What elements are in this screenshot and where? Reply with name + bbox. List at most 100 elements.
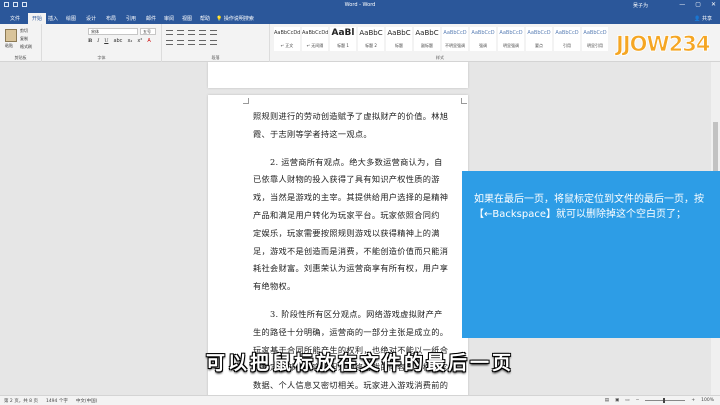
tell-me-label: 操作说明搜索 — [223, 16, 254, 22]
share-icon: 👤 — [694, 16, 701, 22]
print-layout-icon[interactable]: ▣ — [615, 398, 619, 403]
style-sample: AaBbC — [387, 29, 411, 37]
share-button[interactable]: 👤 共享 — [694, 15, 712, 22]
align-right-icon[interactable] — [188, 40, 195, 45]
text-line[interactable]: 耗社会财富。刘惠荣认为运营商享有所有权，用户享 — [253, 260, 465, 278]
style-sample: AaBbCcDd — [274, 30, 300, 36]
style-card[interactable]: AaBbCcDd ↵ 正文 — [274, 27, 300, 51]
title-bar: Word - Word 吴子为 — ▢ ✕ — [0, 0, 720, 10]
underline-button[interactable]: U — [104, 38, 108, 44]
style-card[interactable]: AaBbCcD 明显强调 — [498, 27, 524, 51]
style-card[interactable]: AaBbCcD 不明显强调 — [442, 27, 468, 51]
tip-box: 如果在最后一页，将鼠标定位到文件的最后一页，按【←Backspace】就可以删除… — [462, 171, 720, 338]
text-line[interactable]: 有绝物权。 — [253, 278, 465, 296]
group-styles: AaBbCcDd ↵ 正文 AaBbCcDd ↵ 无间隔 AaBl 标题 1 AaBbC 标题… — [270, 24, 610, 62]
text-line[interactable]: 已依靠人财物的投入获得了具有知识产权性质的游 — [253, 171, 465, 189]
text-line[interactable]: 2. 运营商所有观点。绝大多数运营商认为，自 — [253, 154, 465, 172]
text-line[interactable]: 数据、个人信息又密切相关。玩家进入游戏消费前的 — [253, 377, 465, 395]
text-line[interactable]: 产品和满足用户转化为玩家平台。玩家依照合同约 — [253, 207, 465, 225]
paste-icon[interactable] — [5, 29, 17, 42]
user-name[interactable]: 吴子为 — [633, 2, 648, 9]
style-name: 引用 — [563, 43, 571, 48]
text-line[interactable] — [253, 144, 465, 154]
style-sample: AaBbC — [415, 29, 439, 37]
zoom-slider[interactable] — [645, 398, 686, 403]
decrease-indent-icon[interactable] — [199, 30, 206, 35]
text-line[interactable]: 戏，当然是游戏的主宰。其提供给用户选择的是精神 — [253, 189, 465, 207]
subscript-button[interactable]: x₂ — [127, 38, 132, 44]
style-card[interactable]: AaBbC 标题 — [386, 27, 412, 51]
tell-me-search[interactable]: 💡 操作说明搜索 — [216, 15, 254, 22]
text-line[interactable]: 生的路径十分明确，运营商的一部分主张是成立的。 — [253, 324, 465, 342]
text-line[interactable]: 足，游戏不是创造而是消费，不能创造价值而只能消 — [253, 243, 465, 261]
tab-design[interactable]: 设计 — [82, 13, 100, 24]
font-name-select[interactable]: 宋体 — [88, 28, 138, 35]
style-card[interactable]: AaBbCcD 强调 — [470, 27, 496, 51]
text-line[interactable] — [253, 296, 465, 306]
multilevel-list-icon[interactable] — [188, 30, 195, 35]
font-color-icon[interactable]: A — [147, 38, 150, 44]
style-card[interactable]: AaBbCcD 引用 — [554, 27, 580, 51]
line-spacing-icon[interactable] — [210, 40, 217, 45]
tab-mailings[interactable]: 邮件 — [142, 13, 160, 24]
zoom-slider-thumb[interactable] — [663, 398, 666, 403]
format-painter-button[interactable]: 格式刷 — [20, 44, 32, 50]
tab-draw[interactable]: 绘图 — [62, 13, 80, 24]
window-title: Word - Word — [344, 2, 376, 8]
text-line[interactable]: 霞、于志刚等学者持这一观点。 — [253, 126, 465, 144]
tab-insert[interactable]: 插入 — [44, 13, 62, 24]
style-name: ↵ 无间隔 — [306, 43, 324, 48]
align-center-icon[interactable] — [177, 40, 184, 45]
style-sample: AaBbCcD — [443, 30, 467, 36]
italic-button[interactable]: I — [97, 38, 99, 44]
increase-indent-icon[interactable] — [210, 30, 217, 35]
zoom-in-button[interactable]: + — [691, 398, 695, 403]
font-size-select[interactable]: 五号 — [140, 28, 156, 35]
paragraph-group-label: 段落 — [211, 55, 220, 60]
numbering-icon[interactable] — [177, 30, 184, 35]
style-card[interactable]: AaBbC 标题 2 — [358, 27, 384, 51]
style-name: ↵ 正文 — [280, 43, 294, 48]
tab-layout[interactable]: 布局 — [102, 13, 120, 24]
page-1[interactable] — [208, 62, 468, 88]
crop-mark-right — [461, 98, 467, 104]
tab-review[interactable]: 审阅 — [160, 13, 178, 24]
web-layout-icon[interactable]: ▭ — [625, 398, 629, 403]
paste-label[interactable]: 粘贴 — [5, 43, 13, 49]
window-controls: — ▢ ✕ — [679, 1, 716, 8]
page-count[interactable]: 第 2 页，共 8 页 — [4, 398, 38, 404]
style-card[interactable]: AaBl 标题 1 — [330, 27, 356, 51]
style-card[interactable]: AaBbCcD 明显引用 — [582, 27, 608, 51]
strikethrough-button[interactable]: abc — [113, 38, 122, 44]
group-paragraph: 段落 — [162, 24, 270, 62]
text-line[interactable]: 3. 阶段性所有区分观点。网络游戏虚拟财产产 — [253, 306, 465, 324]
zoom-out-button[interactable]: − — [636, 398, 640, 403]
text-line[interactable]: 定娱乐，玩家需要按照规则游戏以获得精神上的满 — [253, 225, 465, 243]
tab-help[interactable]: 帮助 — [196, 13, 214, 24]
tab-references[interactable]: 引用 — [122, 13, 140, 24]
style-card[interactable]: AaBbCcDd ↵ 无间隔 — [302, 27, 328, 51]
style-sample: AaBbCcD — [471, 30, 495, 36]
maximize-button[interactable]: ▢ — [695, 1, 701, 8]
text-line[interactable]: 照规则进行的劳动创造赋予了虚拟财产的价值。林旭 — [253, 108, 465, 126]
copy-button[interactable]: 复制 — [20, 36, 28, 42]
tab-file[interactable]: 文件 — [6, 13, 24, 24]
style-card[interactable]: AaBbC 副标题 — [414, 27, 440, 51]
language-status[interactable]: 中文(中国) — [76, 398, 98, 404]
read-mode-icon[interactable]: ▤ — [605, 398, 609, 403]
style-card[interactable]: AaBbCcD 要点 — [526, 27, 552, 51]
cut-button[interactable]: 剪切 — [20, 28, 28, 34]
tab-view[interactable]: 视图 — [178, 13, 196, 24]
style-sample: AaBbCcDd — [302, 30, 328, 36]
superscript-button[interactable]: x² — [137, 38, 142, 44]
align-left-icon[interactable] — [166, 40, 173, 45]
close-button[interactable]: ✕ — [711, 1, 716, 8]
minimize-button[interactable]: — — [679, 1, 685, 8]
status-bar: 第 2 页，共 8 页 1494 个字 中文(中国) ▤ ▣ ▭ − + 100… — [0, 395, 720, 405]
style-name: 不明显强调 — [445, 43, 465, 48]
bold-button[interactable]: B — [88, 38, 92, 44]
bullets-icon[interactable] — [166, 30, 173, 35]
justify-icon[interactable] — [199, 40, 206, 45]
word-count[interactable]: 1494 个字 — [46, 398, 68, 404]
zoom-level[interactable]: 100% — [701, 398, 714, 403]
